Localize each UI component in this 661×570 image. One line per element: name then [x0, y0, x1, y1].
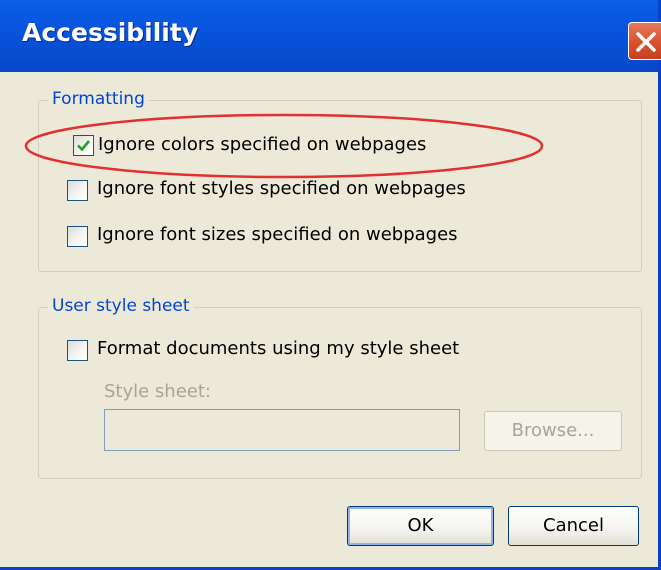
title-bar[interactable]: Accessibility: [0, 0, 661, 72]
ignore-colors-label[interactable]: Ignore colors specified on webpages: [98, 134, 426, 155]
formatting-legend: Formatting: [48, 89, 149, 109]
style-sheet-input[interactable]: [104, 409, 460, 451]
ignore-font-styles-checkbox[interactable]: [67, 180, 88, 201]
browse-button[interactable]: Browse...: [484, 411, 622, 451]
checkmark-icon: [77, 140, 91, 152]
user-style-sheet-legend: User style sheet: [48, 296, 194, 316]
cancel-button-label: Cancel: [543, 515, 604, 536]
ignore-font-sizes-checkbox[interactable]: [67, 226, 88, 247]
format-documents-checkbox[interactable]: [67, 340, 88, 361]
ok-button[interactable]: OK: [347, 506, 494, 546]
format-documents-label[interactable]: Format documents using my style sheet: [97, 338, 459, 359]
style-sheet-label: Style sheet:: [104, 381, 211, 402]
dialog-title: Accessibility: [22, 18, 199, 47]
accessibility-dialog: Accessibility Formatting Ignore colors s…: [0, 0, 661, 570]
close-icon: [636, 32, 656, 52]
browse-button-label: Browse...: [511, 420, 595, 441]
close-button[interactable]: [628, 22, 661, 60]
cancel-button[interactable]: Cancel: [508, 506, 639, 546]
ignore-font-sizes-label[interactable]: Ignore font sizes specified on webpages: [97, 224, 458, 245]
ignore-colors-checkbox[interactable]: [73, 135, 94, 156]
ok-button-label: OK: [407, 515, 434, 536]
annotation-oval: [24, 113, 544, 179]
ignore-font-styles-label[interactable]: Ignore font styles specified on webpages: [97, 178, 466, 199]
